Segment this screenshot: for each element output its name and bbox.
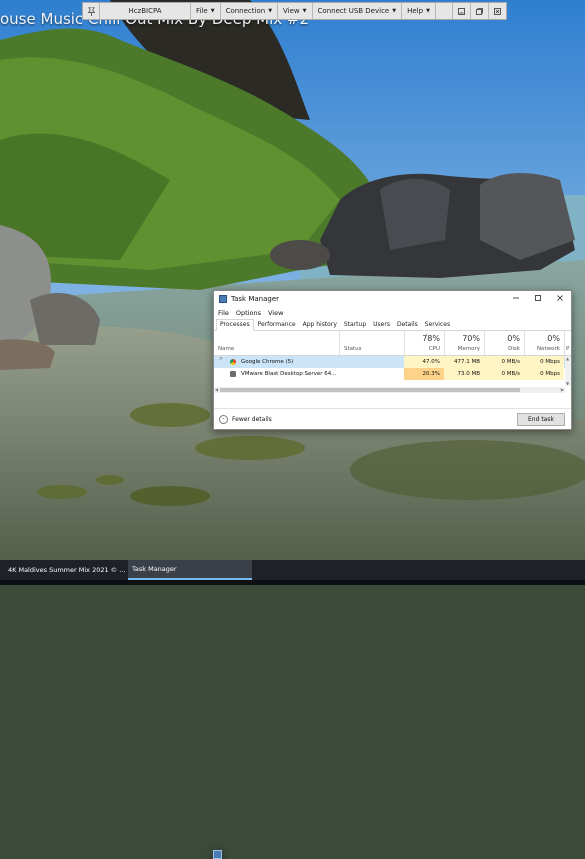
column-label: P <box>566 346 570 352</box>
menu-view[interactable]: View <box>268 309 283 317</box>
menu-label: Connect USB Device <box>317 7 390 15</box>
menu-file[interactable]: File ▼ <box>191 3 221 19</box>
process-name: Google Chrome (5) <box>241 359 294 365</box>
process-network: 0 Mbps <box>524 368 564 380</box>
taskbar: 4K Maldives Summer Mix 2021 © ... Task M… <box>0 560 585 859</box>
process-disk: 0 MB/s <box>484 368 524 380</box>
fewer-details-label: Fewer details <box>232 416 272 423</box>
scroll-left-icon[interactable]: ◀ <box>215 387 218 392</box>
process-cpu: 20.3% <box>404 368 444 380</box>
scroll-right-icon[interactable]: ▶ <box>561 387 564 392</box>
maximize-icon <box>535 295 541 301</box>
tab-processes[interactable]: Processes <box>216 319 254 331</box>
process-cpu: 47.0% <box>404 356 444 368</box>
column-header-row: Name Status ⌄ 78% CPU 70% Memory 0% Disk… <box>214 331 571 356</box>
process-memory: 477.1 MB <box>444 356 484 368</box>
expand-chevron-icon[interactable]: > <box>219 356 223 362</box>
minimize-button[interactable] <box>505 294 527 304</box>
menu-bar: File Options View <box>214 307 571 318</box>
column-header-status[interactable]: Status <box>339 331 404 355</box>
column-label: Network <box>537 346 560 352</box>
chevron-down-icon: ▼ <box>268 8 273 14</box>
process-name: VMware Blast Desktop Server 64... <box>241 371 337 377</box>
column-label: Status <box>344 346 362 352</box>
tab-strip: Processes Performance App history Startu… <box>214 318 571 331</box>
column-label: Disk <box>508 346 520 352</box>
window-title: Task Manager <box>231 295 280 303</box>
process-status <box>339 368 404 380</box>
collapse-chevron-icon: ⌃ <box>219 415 228 424</box>
close-icon[interactable] <box>488 3 506 19</box>
column-percent: 0% <box>547 334 560 343</box>
task-manager-icon <box>219 295 227 303</box>
tab-users[interactable]: Users <box>370 321 393 330</box>
menu-label: View <box>283 7 300 15</box>
process-status <box>339 356 404 368</box>
scroll-up-icon[interactable]: ▲ <box>566 356 569 361</box>
column-header-network[interactable]: 0% Network <box>524 331 564 355</box>
column-header-disk[interactable]: 0% Disk <box>484 331 524 355</box>
menu-file[interactable]: File <box>218 309 229 317</box>
column-label: Name <box>218 346 235 352</box>
taskbar-item-label: Task Manager <box>132 565 177 573</box>
menu-view[interactable]: View ▼ <box>278 3 313 19</box>
task-manager-window: Task Manager File Options View Processes… <box>213 290 572 430</box>
process-row[interactable]: VMware Blast Desktop Server 64... 20.3% … <box>214 368 571 380</box>
column-label: Memory <box>457 346 480 352</box>
menu-label: Connection <box>225 7 266 15</box>
menu-connection[interactable]: Connection ▼ <box>221 3 279 19</box>
tab-performance[interactable]: Performance <box>255 321 299 330</box>
process-list: > Google Chrome (5) 47.0% 477.1 MB 0 MB/… <box>214 356 571 416</box>
close-button[interactable] <box>549 294 571 304</box>
fewer-details-button[interactable]: ⌃ Fewer details <box>219 415 272 424</box>
vmware-icon <box>230 371 236 377</box>
taskbar-item-task-manager[interactable]: Task Manager <box>128 560 252 859</box>
footer: ⌃ Fewer details End task <box>214 408 571 429</box>
chevron-down-icon: ▼ <box>302 8 307 14</box>
chevron-down-icon: ▼ <box>392 8 397 14</box>
process-row[interactable]: > Google Chrome (5) 47.0% 477.1 MB 0 MB/… <box>214 356 571 368</box>
chevron-down-icon: ▼ <box>210 8 215 14</box>
column-header-extra[interactable]: P <box>564 331 571 355</box>
tab-details[interactable]: Details <box>394 321 421 330</box>
menu-label: Help <box>407 7 424 15</box>
remote-desktop-toolbar: HczBICPA File ▼ Connection ▼ View ▼ Connect… <box>82 2 507 20</box>
process-disk: 0 MB/s <box>484 356 524 368</box>
menu-options[interactable]: Options <box>236 309 261 317</box>
vertical-scrollbar[interactable]: ▲ ▼ <box>565 356 571 386</box>
title-bar[interactable]: Task Manager <box>214 291 571 307</box>
taskbar-item-chrome[interactable]: 4K Maldives Summer Mix 2021 © ... <box>0 560 128 580</box>
tab-app-history[interactable]: App history <box>300 321 340 330</box>
scrollbar-thumb[interactable] <box>220 388 520 392</box>
menu-connect-usb-device[interactable]: Connect USB Device ▼ <box>313 3 403 19</box>
scroll-down-icon[interactable]: ▼ <box>566 381 569 386</box>
pin-icon[interactable] <box>83 3 100 19</box>
horizontal-scrollbar[interactable]: ◀ ▶ <box>214 387 565 393</box>
minimize-icon[interactable] <box>452 3 470 19</box>
taskbar-item-label: 4K Maldives Summer Mix 2021 © ... <box>8 566 126 574</box>
bottom-strip <box>0 580 585 585</box>
process-memory: 73.0 MB <box>444 368 484 380</box>
chrome-icon <box>230 359 236 365</box>
column-header-memory[interactable]: 70% Memory <box>444 331 484 355</box>
column-header-cpu[interactable]: ⌄ 78% CPU <box>404 331 444 355</box>
restore-icon[interactable] <box>470 3 488 19</box>
column-percent: 0% <box>507 334 520 343</box>
remote-host-name: HczBICPA <box>100 3 191 19</box>
end-task-button[interactable]: End task <box>517 413 565 426</box>
tab-startup[interactable]: Startup <box>341 321 369 330</box>
chevron-down-icon: ▼ <box>426 8 430 14</box>
close-icon <box>557 295 563 301</box>
minimize-icon <box>513 297 519 299</box>
task-manager-icon <box>213 850 222 859</box>
column-label: CPU <box>428 346 440 352</box>
menu-help[interactable]: Help ▼ <box>402 3 436 19</box>
column-percent: 78% <box>422 334 440 343</box>
menu-label: File <box>196 7 208 15</box>
column-header-name[interactable]: Name <box>214 331 339 355</box>
column-percent: 70% <box>462 334 480 343</box>
tab-services[interactable]: Services <box>422 321 453 330</box>
process-network: 0 Mbps <box>524 356 564 368</box>
maximize-button[interactable] <box>527 294 549 304</box>
